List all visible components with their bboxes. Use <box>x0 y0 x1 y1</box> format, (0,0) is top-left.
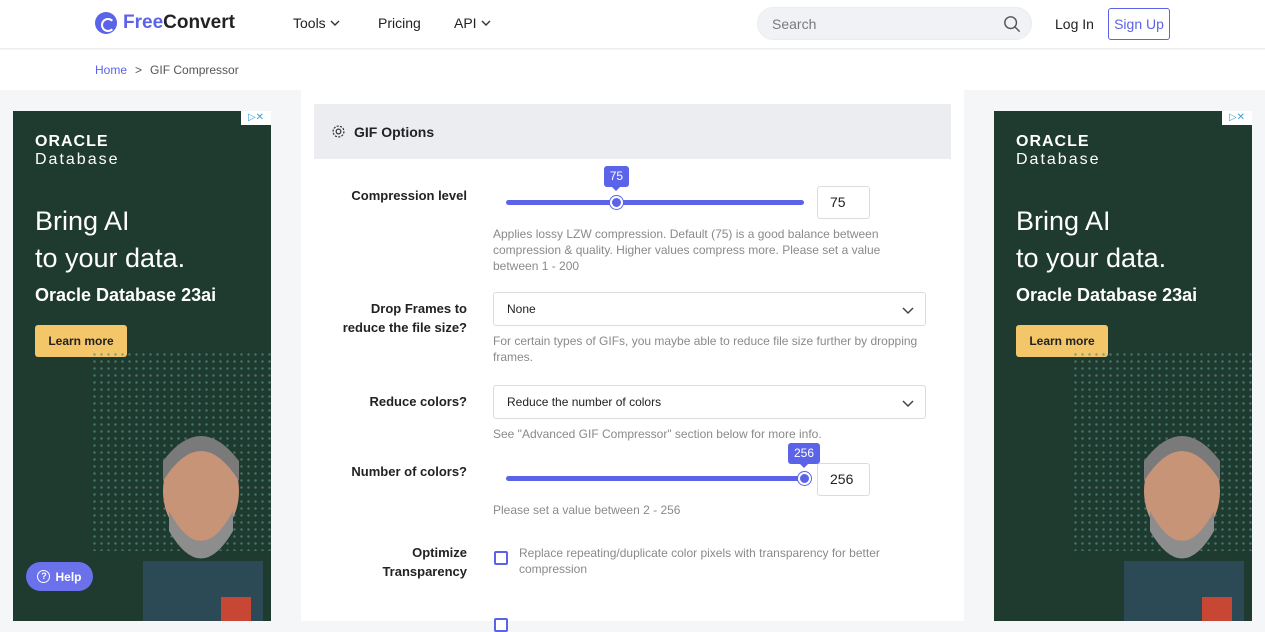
transparency-label: Optimize Transparency <box>301 543 467 581</box>
drop-frames-label-line1: Drop Frames to <box>370 301 467 316</box>
options-header: GIF Options <box>314 104 951 159</box>
nav-api[interactable]: API <box>454 15 491 31</box>
drop-frames-select[interactable]: None <box>493 292 926 326</box>
gear-icon <box>332 125 345 138</box>
logo-text-convert: Convert <box>163 12 235 33</box>
logo-icon <box>95 12 117 34</box>
chevron-down-icon <box>330 20 340 26</box>
nav-tools[interactable]: Tools <box>293 15 340 31</box>
oracle-badge-icon <box>1202 597 1232 621</box>
top-navbar: FreeConvert Tools Pricing API Log In Sig… <box>0 0 1265 49</box>
chevron-down-icon <box>481 20 491 26</box>
ad-headline-line2: to your data. <box>35 243 186 273</box>
compression-input[interactable]: 75 <box>817 186 870 219</box>
breadcrumb-separator: > <box>135 63 143 77</box>
help-button[interactable]: ? Help <box>26 562 93 591</box>
ad-person-image <box>143 436 263 621</box>
adchoices-icon[interactable]: ▷✕ <box>1222 111 1252 125</box>
compression-help: Applies lossy LZW compression. Default (… <box>493 227 881 273</box>
oracle-badge-icon <box>221 597 251 621</box>
logo[interactable]: FreeConvert <box>95 12 235 34</box>
ad-product: Oracle Database 23ai <box>35 285 217 305</box>
search-icon[interactable] <box>1003 15 1021 33</box>
help-button-label: Help <box>55 569 82 584</box>
reduce-colors-select[interactable]: Reduce the number of colors <box>493 385 926 419</box>
ad-right[interactable]: ▷✕ ORACLE Database Bring AI to your data… <box>994 111 1252 621</box>
login-link[interactable]: Log In <box>1055 16 1094 32</box>
adchoices-icon[interactable]: ▷✕ <box>241 111 271 125</box>
breadcrumb: Home > GIF Compressor <box>95 63 239 77</box>
ad-headline-line1: Bring AI <box>1016 206 1111 236</box>
ad-person-image <box>1124 436 1244 621</box>
reduce-colors-selected: Reduce the number of colors <box>507 395 662 409</box>
ad-headline-line1: Bring AI <box>35 206 130 236</box>
num-colors-slider-thumb[interactable] <box>797 472 811 485</box>
next-option-checkbox[interactable] <box>494 618 508 632</box>
drop-frames-label: Drop Frames to reduce the file size? <box>301 299 467 337</box>
transparency-text: Replace repeating/duplicate color pixels… <box>519 546 880 576</box>
drop-frames-selected: None <box>507 302 536 316</box>
breadcrumb-current: GIF Compressor <box>150 63 239 77</box>
transparency-label-line2: Transparency <box>382 564 467 579</box>
search-box <box>757 7 1032 40</box>
num-colors-value-bubble: 256 <box>788 443 821 468</box>
num-colors-slider[interactable] <box>506 476 804 481</box>
drop-frames-label-line2: reduce the file size? <box>342 320 467 335</box>
ad-brand-line2: Database <box>35 151 120 168</box>
chevron-down-icon <box>902 400 914 408</box>
ad-headline-line2: to your data. <box>1016 243 1167 273</box>
ad-brand-line2: Database <box>1016 151 1101 168</box>
ad-brand-line1: ORACLE <box>35 133 109 150</box>
nav-pricing[interactable]: Pricing <box>378 15 421 31</box>
transparency-label-line1: Optimize <box>412 545 467 560</box>
signup-button[interactable]: Sign Up <box>1108 8 1170 40</box>
reduce-colors-label: Reduce colors? <box>369 394 467 409</box>
drop-frames-help: For certain types of GIFs, you maybe abl… <box>493 334 918 364</box>
ad-headline: Bring AI to your data. <box>35 203 185 277</box>
logo-text-free: Free <box>123 12 164 33</box>
ad-left[interactable]: ▷✕ ORACLE Database Bring AI to your data… <box>13 111 271 621</box>
compression-value-bubble: 75 <box>603 166 630 191</box>
num-colors-help: Please set a value between 2 - 256 <box>493 503 681 517</box>
chevron-down-icon <box>902 307 914 315</box>
nav-pricing-label: Pricing <box>378 15 421 31</box>
ad-brand-line1: ORACLE <box>1016 133 1090 150</box>
options-title: GIF Options <box>354 123 435 140</box>
reduce-colors-help: See "Advanced GIF Compressor" section be… <box>493 427 822 441</box>
transparency-checkbox[interactable] <box>494 551 508 565</box>
ad-headline: Bring AI to your data. <box>1016 203 1166 277</box>
search-input[interactable] <box>772 15 992 33</box>
question-icon: ? <box>37 570 51 583</box>
ad-product: Oracle Database 23ai <box>1016 285 1198 305</box>
breadcrumb-home[interactable]: Home <box>95 63 127 77</box>
num-colors-label: Number of colors? <box>351 464 467 479</box>
nav-api-label: API <box>454 15 477 31</box>
num-colors-input[interactable]: 256 <box>817 463 870 496</box>
compression-slider[interactable] <box>506 200 804 205</box>
compression-slider-thumb[interactable] <box>609 196 623 209</box>
nav-tools-label: Tools <box>293 15 326 31</box>
gif-options-panel: GIF Options Compression level 75 75 Appl… <box>301 90 964 632</box>
breadcrumb-bar: Home > GIF Compressor <box>0 50 1265 90</box>
compression-label: Compression level <box>351 188 467 203</box>
